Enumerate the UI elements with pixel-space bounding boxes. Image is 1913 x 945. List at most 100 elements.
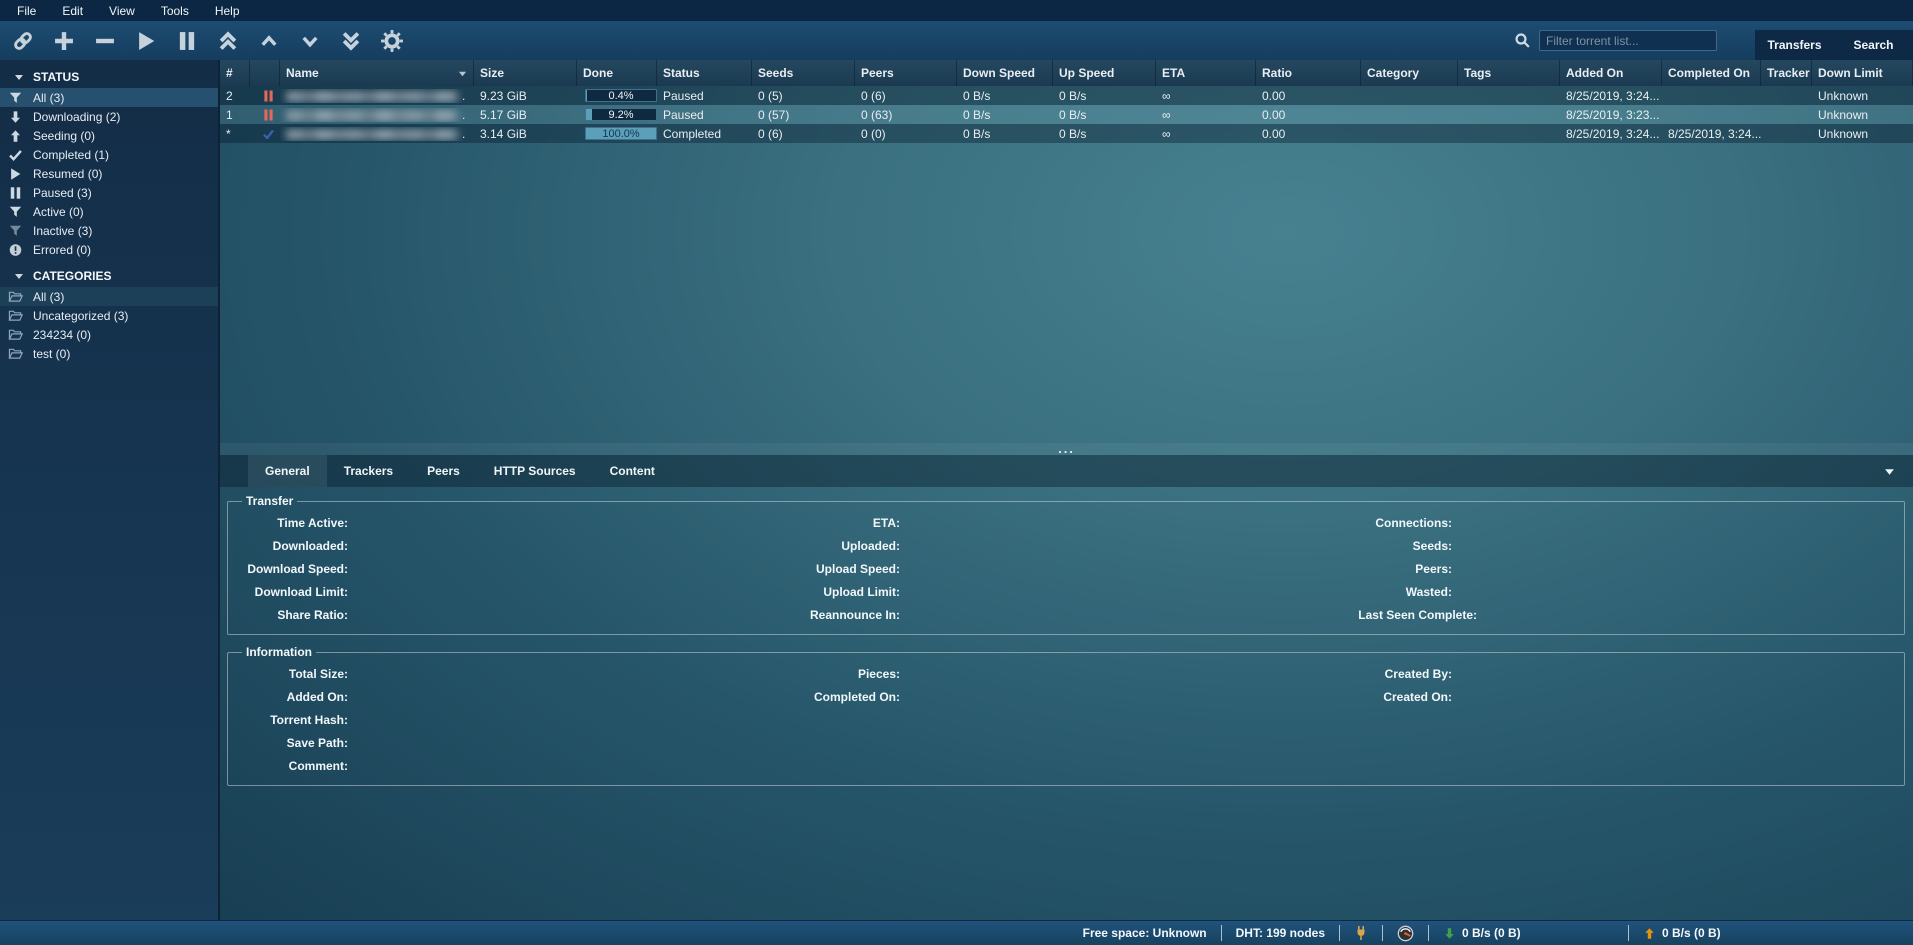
- toolbar: Transfers Search: [0, 21, 1913, 60]
- col-header-tags[interactable]: Tags: [1458, 60, 1560, 86]
- name-suffix: .: [462, 127, 465, 141]
- cell-peers: 0 (6): [855, 89, 957, 103]
- sidebar-category-all[interactable]: All (3): [0, 287, 218, 306]
- sidebar-item-label: Seeding (0): [33, 129, 95, 143]
- cell-down-speed: 0 B/s: [957, 108, 1053, 122]
- table-row[interactable]: 2 . 9.23 GiB 0.4% Paused 0 (5) 0 (6) 0 B…: [220, 86, 1913, 105]
- col-header-down-speed[interactable]: Down Speed: [957, 60, 1053, 86]
- col-header-down-limit[interactable]: Down Limit: [1812, 60, 1913, 86]
- cell-seeds: 0 (57): [752, 108, 855, 122]
- cell-up-speed: 0 B/s: [1053, 89, 1156, 103]
- folder-icon: [8, 289, 24, 304]
- add-icon[interactable]: [51, 28, 77, 54]
- connection-status: [1339, 925, 1382, 941]
- sidebar-item-downloading[interactable]: Downloading (2): [0, 107, 218, 126]
- col-header-state[interactable]: [250, 60, 280, 86]
- categories-section-header[interactable]: CATEGORIES: [0, 265, 218, 287]
- sidebar-category-test[interactable]: test (0): [0, 344, 218, 363]
- col-header-completed-on[interactable]: Completed On: [1662, 60, 1761, 86]
- sidebar-item-active[interactable]: Active (0): [0, 202, 218, 221]
- col-header-peers[interactable]: Peers: [855, 60, 957, 86]
- col-header-name[interactable]: Name: [280, 60, 474, 86]
- pause-icon: [8, 185, 24, 200]
- filter-area: [1514, 30, 1717, 51]
- detail-field-label: Share Ratio:: [238, 608, 348, 622]
- download-icon: [8, 109, 24, 124]
- cell-seeds: 0 (5): [752, 89, 855, 103]
- search-icon: [1514, 32, 1531, 49]
- content-area: # Name Size Done Status Seeds Peers Down…: [220, 60, 1913, 920]
- tab-trackers[interactable]: Trackers: [327, 455, 410, 487]
- move-top-icon[interactable]: [215, 28, 241, 54]
- tab-content[interactable]: Content: [593, 455, 672, 487]
- sidebar-item-inactive[interactable]: Inactive (3): [0, 221, 218, 240]
- detail-field-label: ETA:: [790, 516, 900, 530]
- pause-icon[interactable]: [174, 28, 200, 54]
- filter-torrent-input[interactable]: [1539, 30, 1717, 51]
- sidebar: STATUS All (3) Downloading (2) Seeding (…: [0, 60, 220, 920]
- check-icon: [8, 147, 24, 162]
- tab-search[interactable]: Search: [1834, 30, 1913, 60]
- cell-status: Completed: [657, 127, 752, 141]
- sidebar-item-label: Resumed (0): [33, 167, 102, 181]
- link-icon[interactable]: [10, 28, 36, 54]
- collapse-triangle-icon: [14, 271, 24, 281]
- sidebar-item-errored[interactable]: Errored (0): [0, 240, 218, 259]
- detail-field-label: Upload Limit:: [790, 585, 900, 599]
- status-section-header[interactable]: STATUS: [0, 66, 218, 88]
- cell-num: 1: [220, 108, 250, 122]
- information-group: Information Total Size: Pieces: Created …: [227, 645, 1905, 786]
- menu-tools[interactable]: Tools: [148, 2, 202, 20]
- move-down-icon[interactable]: [297, 28, 323, 54]
- table-row[interactable]: * . 3.14 GiB 100.0% Completed 0 (6) 0 (0…: [220, 124, 1913, 143]
- menu-file[interactable]: File: [4, 2, 49, 20]
- menu-help[interactable]: Help: [202, 2, 253, 20]
- sidebar-item-label: Errored (0): [33, 243, 91, 257]
- chevron-down-icon[interactable]: [1884, 466, 1895, 477]
- paused-state-icon: [250, 90, 280, 102]
- col-header-label: Name: [286, 66, 319, 80]
- tab-http-sources[interactable]: HTTP Sources: [477, 455, 593, 487]
- col-header-size[interactable]: Size: [474, 60, 577, 86]
- transfer-legend: Transfer: [242, 494, 297, 508]
- col-header-category[interactable]: Category: [1361, 60, 1458, 86]
- sidebar-item-seeding[interactable]: Seeding (0): [0, 126, 218, 145]
- tab-transfers[interactable]: Transfers: [1755, 30, 1834, 60]
- col-header-done[interactable]: Done: [577, 60, 657, 86]
- sidebar-item-completed[interactable]: Completed (1): [0, 145, 218, 164]
- cell-peers: 0 (0): [855, 127, 957, 141]
- sidebar-category-234234[interactable]: 234234 (0): [0, 325, 218, 344]
- menu-view[interactable]: View: [96, 2, 148, 20]
- col-header-num[interactable]: #: [220, 60, 250, 86]
- detail-field-label: Last Seen Complete:: [1342, 608, 1477, 622]
- alt-speed-toggle[interactable]: [1382, 925, 1428, 941]
- remove-icon[interactable]: [92, 28, 118, 54]
- download-speed-label: 0 B/s (0 B): [1462, 926, 1521, 940]
- global-download-speed[interactable]: 0 B/s (0 B): [1428, 925, 1628, 941]
- menu-edit[interactable]: Edit: [49, 2, 96, 20]
- tab-peers[interactable]: Peers: [410, 455, 477, 487]
- sidebar-item-all[interactable]: All (3): [0, 88, 218, 107]
- name-suffix: .: [462, 89, 465, 103]
- sidebar-item-paused[interactable]: Paused (3): [0, 183, 218, 202]
- col-header-eta[interactable]: ETA: [1156, 60, 1256, 86]
- cell-added-on: 8/25/2019, 3:24...: [1560, 127, 1662, 141]
- sidebar-category-uncategorized[interactable]: Uncategorized (3): [0, 306, 218, 325]
- blurred-torrent-name: [286, 129, 458, 140]
- global-upload-speed[interactable]: 0 B/s (0 B): [1628, 925, 1793, 941]
- col-header-status[interactable]: Status: [657, 60, 752, 86]
- options-icon[interactable]: [379, 28, 405, 54]
- sidebar-item-resumed[interactable]: Resumed (0): [0, 164, 218, 183]
- table-row[interactable]: 1 . 5.17 GiB 9.2% Paused 0 (57) 0 (63) 0…: [220, 105, 1913, 124]
- col-header-up-speed[interactable]: Up Speed: [1053, 60, 1156, 86]
- move-up-icon[interactable]: [256, 28, 282, 54]
- panel-splitter[interactable]: ...: [220, 443, 1913, 455]
- sidebar-item-label: Inactive (3): [33, 224, 92, 238]
- col-header-ratio[interactable]: Ratio: [1256, 60, 1361, 86]
- col-header-seeds[interactable]: Seeds: [752, 60, 855, 86]
- tab-general[interactable]: General: [248, 455, 327, 487]
- move-bottom-icon[interactable]: [338, 28, 364, 54]
- col-header-tracker[interactable]: Tracker: [1761, 60, 1812, 86]
- resume-icon[interactable]: [133, 28, 159, 54]
- col-header-added-on[interactable]: Added On: [1560, 60, 1662, 86]
